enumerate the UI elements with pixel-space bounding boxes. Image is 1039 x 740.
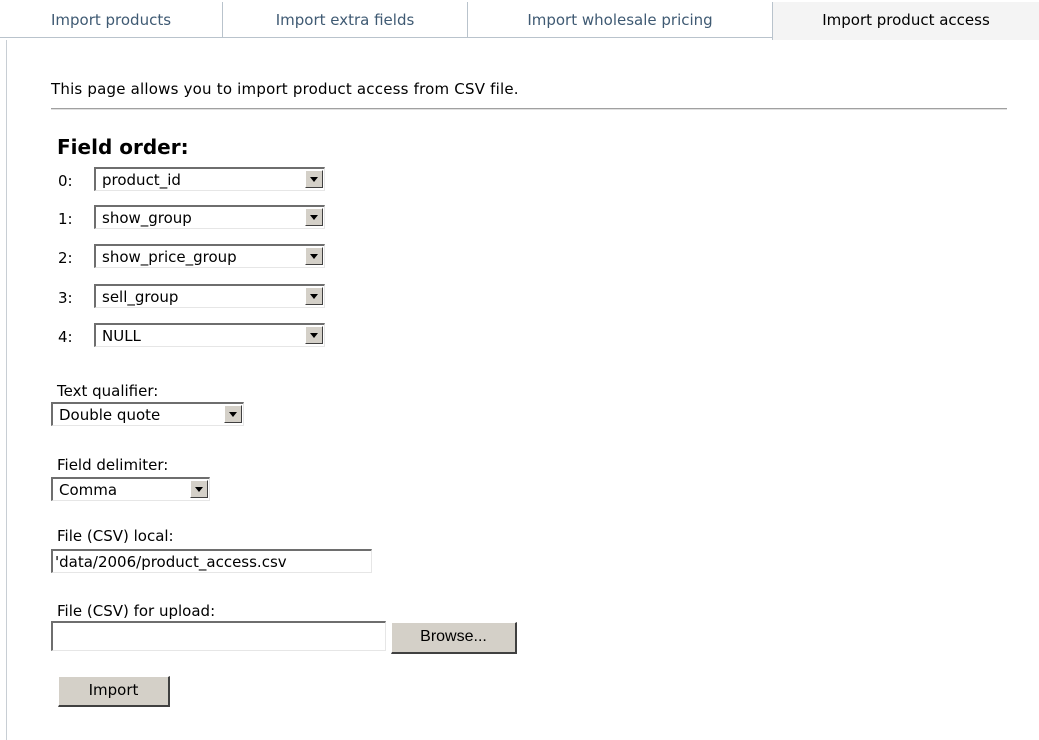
chevron-down-icon[interactable] (305, 247, 323, 265)
field-index: 1: (58, 210, 73, 228)
text-qualifier-select[interactable]: Double quote (51, 402, 244, 426)
field-index: 2: (58, 249, 73, 267)
field-index: 4: (58, 328, 73, 346)
file-upload-input[interactable] (51, 621, 386, 651)
select-value: product_id (102, 171, 181, 189)
import-form-panel: This page allows you to import product a… (6, 40, 1039, 740)
field-index: 0: (58, 172, 73, 190)
field-delimiter-label: Field delimiter: (57, 456, 169, 474)
field-0-select[interactable]: product_id (94, 167, 325, 191)
select-value: NULL (102, 327, 141, 345)
chevron-down-icon[interactable] (305, 170, 323, 188)
tab-import-wholesale-pricing[interactable]: Import wholesale pricing (468, 2, 772, 38)
tab-import-product-access[interactable]: Import product access (772, 2, 1039, 40)
intro-text: This page allows you to import product a… (51, 80, 519, 98)
chevron-down-icon[interactable] (190, 480, 208, 498)
field-2-select[interactable]: show_price_group (94, 244, 325, 268)
chevron-down-icon[interactable] (305, 287, 323, 305)
field-index: 3: (58, 289, 73, 307)
file-local-label: File (CSV) local: (57, 527, 174, 545)
field-order-title: Field order: (57, 135, 189, 159)
divider (51, 108, 1007, 110)
chevron-down-icon[interactable] (305, 326, 323, 344)
field-1-select[interactable]: show_group (94, 205, 325, 229)
tab-import-products[interactable]: Import products (0, 2, 223, 38)
select-value: Comma (59, 481, 118, 499)
field-4-select[interactable]: NULL (94, 323, 325, 347)
select-value: show_group (102, 209, 192, 227)
field-delimiter-select[interactable]: Comma (51, 477, 210, 501)
file-upload-label: File (CSV) for upload: (57, 602, 216, 620)
tab-bar: Import products Import extra fields Impo… (0, 0, 1039, 40)
import-button[interactable]: Import (58, 676, 170, 707)
select-value: show_price_group (102, 248, 237, 266)
text-qualifier-label: Text qualifier: (57, 382, 159, 400)
chevron-down-icon[interactable] (305, 208, 323, 226)
chevron-down-icon[interactable] (224, 405, 242, 423)
tab-import-extra-fields[interactable]: Import extra fields (223, 2, 468, 38)
select-value: Double quote (59, 406, 161, 424)
field-3-select[interactable]: sell_group (94, 284, 325, 308)
file-local-input[interactable] (51, 549, 372, 573)
select-value: sell_group (102, 288, 179, 306)
browse-button[interactable]: Browse... (391, 622, 517, 654)
